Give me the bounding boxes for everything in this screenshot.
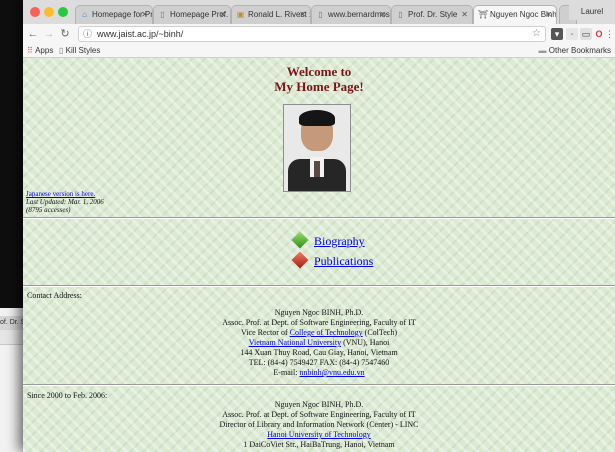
tab-label: Prof. Dr. Style xyxy=(408,10,458,19)
address-bar[interactable]: ⓘ www.jaist.ac.jp/~binh/ ☆ xyxy=(78,26,546,42)
vice-rector-line: Vice Rector of College of Technology (Co… xyxy=(241,328,397,337)
previous-address: Nguyen Ngoc BINH, Ph.D. Assoc. Prof. at … xyxy=(23,400,615,450)
publications-link[interactable]: Publications xyxy=(314,253,373,269)
document-icon: ▯ xyxy=(160,10,165,19)
previous-position-label: Since 2000 to Feb. 2006: xyxy=(27,391,108,400)
university-link[interactable]: Vietnam National University xyxy=(249,338,341,347)
contact-name: Nguyen Ngoc BINH, Ph.D. xyxy=(274,308,364,317)
zoom-window-button[interactable] xyxy=(58,7,68,17)
japanese-version-link[interactable]: Japanese version is here. xyxy=(26,190,95,198)
previous-director: Director of Library and Information Netw… xyxy=(219,420,419,429)
tab-close-icon[interactable]: ✕ xyxy=(299,6,306,24)
bookmark-label: Other Bookmarks xyxy=(548,46,611,55)
access-count: (8795 accesses) xyxy=(26,206,71,214)
folder-icon: ▬ xyxy=(538,46,547,55)
reload-icon[interactable]: ↻ xyxy=(59,27,71,41)
profile-name: Laurel xyxy=(580,7,604,16)
tab-nguyen-ngoc-binh[interactable]: ⛩ Nguyen Ngoc Binh ✕ xyxy=(473,5,557,24)
close-window-button[interactable] xyxy=(30,7,40,17)
biography-link[interactable]: Biography xyxy=(314,233,365,249)
previous-name: Nguyen Ngoc BINH, Ph.D. xyxy=(274,400,364,409)
contact-position: Assoc. Prof. at Dept. of Software Engine… xyxy=(222,318,416,327)
bookmark-label: Kill Styles xyxy=(65,46,101,55)
document-icon: ▯ xyxy=(318,10,323,19)
document-icon: ▯ xyxy=(398,10,403,19)
welcome-line-2: My Home Page! xyxy=(274,79,364,94)
contact-phone: TEL: (84-4) 7549427 FAX: (84-4) 7547460 xyxy=(248,358,390,367)
tab-prof-dr-style[interactable]: ▯ Prof. Dr. Style ✕ xyxy=(391,5,473,24)
bookmarks-bar: ⠿ Apps ▯ Kill Styles ▬ Other Bookmarks xyxy=(23,44,615,58)
minimize-window-button[interactable] xyxy=(44,7,54,17)
college-link[interactable]: College of Technology xyxy=(290,328,363,337)
welcome-line-1: Welcome to xyxy=(286,64,352,79)
toolbar: ← → ↻ ⓘ www.jaist.ac.jp/~binh/ ☆ ▾ ▪ ▭ O… xyxy=(23,24,615,44)
tab-close-icon[interactable]: ✕ xyxy=(379,6,386,24)
forward-icon[interactable]: → xyxy=(43,27,55,41)
apps-grid-icon: ⠿ xyxy=(27,46,33,55)
tab-close-icon[interactable]: ✕ xyxy=(219,6,226,24)
address-text: www.jaist.ac.jp/~binh/ xyxy=(97,29,184,39)
diamond-bullet-icon xyxy=(291,231,309,249)
divider xyxy=(23,217,615,219)
bookmark-star-icon[interactable]: ☆ xyxy=(532,27,541,41)
tab-homepage-prof-h[interactable]: ▯ Homepage Prof. H ✕ xyxy=(153,5,231,24)
profile-button[interactable]: Laurel xyxy=(569,4,615,20)
pocket-icon[interactable]: ▾ xyxy=(551,28,563,40)
opera-icon[interactable]: O xyxy=(593,28,605,40)
university-icon: ⛩ xyxy=(478,10,489,19)
info-icon[interactable]: ⓘ xyxy=(83,28,93,40)
email-link[interactable]: nnbinh@vnu.edu.vn xyxy=(299,368,364,377)
previous-street: 1 DaiCoViet Str., HaiBaTrung, Hanoi, Vie… xyxy=(243,440,395,449)
portrait-photo xyxy=(283,104,351,192)
back-icon[interactable]: ← xyxy=(27,27,39,41)
tab-close-icon[interactable]: ✕ xyxy=(141,6,148,24)
contact-label: Contact Address: xyxy=(27,291,82,300)
page-content: Welcome to My Home Page! Japanese versio… xyxy=(23,58,615,452)
page-icon: ▣ xyxy=(236,10,245,19)
bookmark-label: Apps xyxy=(35,46,54,55)
menu-icon[interactable]: ⋮ xyxy=(605,28,614,40)
home-icon: ⌂ xyxy=(82,10,87,19)
divider xyxy=(23,384,615,386)
tab-bar: ⌂ Homepage for Prof ✕ ▯ Homepage Prof. H… xyxy=(23,0,615,24)
last-updated: Last Updated: Mar. 1, 2006 xyxy=(26,198,104,206)
page-title: Welcome to My Home Page! xyxy=(23,64,615,94)
japanese-version-line: Japanese version is here. xyxy=(26,191,95,198)
university-line: Vietnam National University (VNU), Hanoi xyxy=(248,338,390,347)
cast-icon[interactable]: ▭ xyxy=(580,28,592,40)
diamond-bullet-icon xyxy=(291,251,309,269)
email-line: E-mail: nnbinh@vnu.edu.vn xyxy=(273,368,365,377)
browser-window: ⌂ Homepage for Prof ✕ ▯ Homepage Prof. H… xyxy=(23,0,615,452)
bookmark-other[interactable]: ▬ Other Bookmarks xyxy=(539,44,611,57)
document-icon: ▯ xyxy=(59,46,64,55)
divider xyxy=(23,285,615,287)
hanoi-university-link[interactable]: Hanoi University of Technology xyxy=(267,430,371,439)
tab-bernardmoss[interactable]: ▯ www.bernardmoss ✕ xyxy=(311,5,391,24)
contact-street: 144 Xuan Thuy Road, Cau Giay, Hanoi, Vie… xyxy=(240,348,398,357)
tab-close-icon[interactable]: ✕ xyxy=(461,6,468,24)
tab-close-icon[interactable]: ✕ xyxy=(545,6,552,24)
bookmark-apps[interactable]: ⠿ Apps xyxy=(27,44,53,57)
tab-homepage-for-prof[interactable]: ⌂ Homepage for Prof ✕ xyxy=(75,5,153,24)
tab-ronald-rivest[interactable]: ▣ Ronald L. Rivest : ✕ xyxy=(231,5,311,24)
extension-icon[interactable]: ▪ xyxy=(566,28,578,40)
previous-position: Assoc. Prof. at Dept. of Software Engine… xyxy=(222,410,416,419)
contact-address: Nguyen Ngoc BINH, Ph.D. Assoc. Prof. at … xyxy=(23,308,615,378)
bookmark-kill-styles[interactable]: ▯ Kill Styles xyxy=(59,44,100,57)
